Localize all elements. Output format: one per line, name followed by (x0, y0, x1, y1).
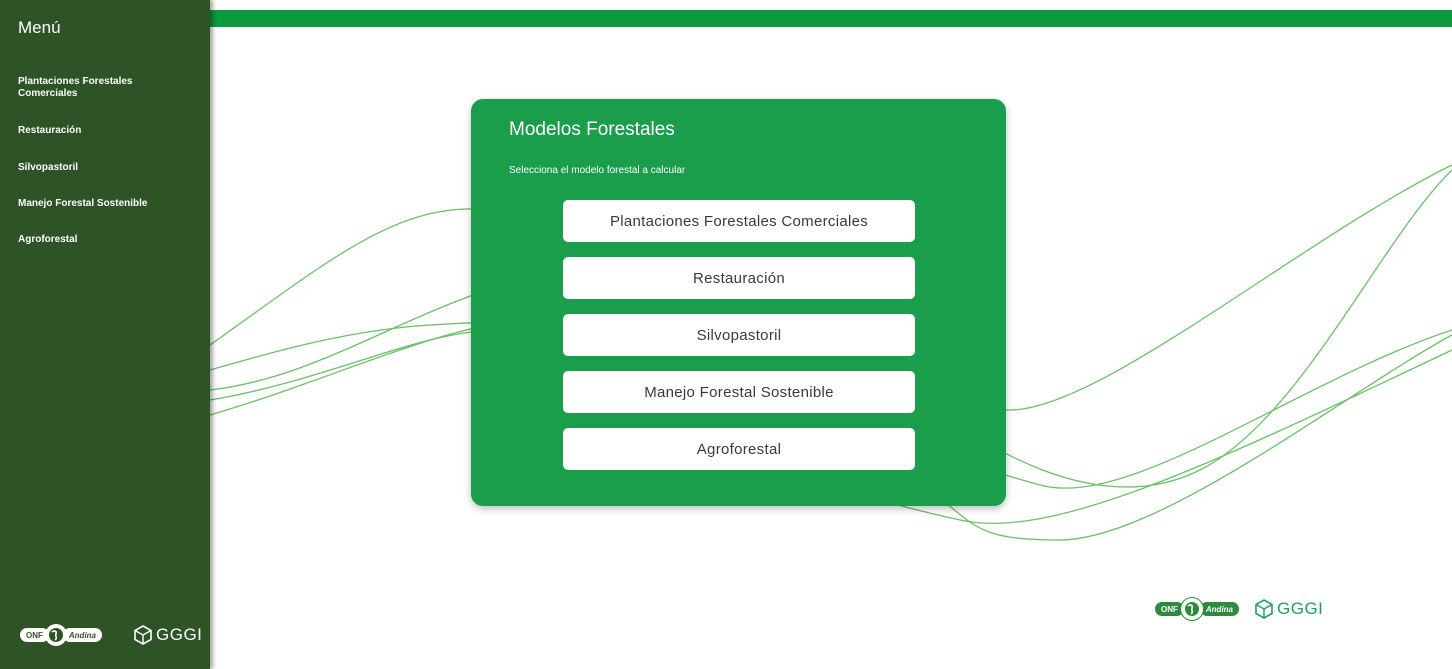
sidebar-item-restauracion[interactable]: Restauración (18, 125, 81, 137)
onf-logo: ONF Andina (20, 624, 102, 646)
top-accent-bar (210, 10, 1452, 27)
sidebar-item-silvopastoril[interactable]: Silvopastoril (18, 162, 78, 174)
card-title: Modelos Forestales (509, 119, 675, 140)
gggi-logo: GGGI (1253, 598, 1323, 620)
option-manejo-forestal-button[interactable]: Manejo Forestal Sostenible (563, 371, 915, 413)
option-plantaciones-button[interactable]: Plantaciones Forestales Comerciales (563, 200, 915, 242)
sidebar-item-plantaciones[interactable]: Plantaciones Forestales Comerciales (18, 76, 133, 100)
option-silvopastoril-button[interactable]: Silvopastoril (563, 314, 915, 356)
card-subtitle: Selecciona el modelo forestal a calcular (509, 165, 686, 176)
sidebar: Menú Plantaciones Forestales Comerciales… (0, 0, 210, 669)
gggi-cube-icon (1255, 599, 1273, 619)
onf-globe-icon (1179, 597, 1204, 621)
sidebar-item-agroforestal[interactable]: Agroforestal (18, 234, 77, 246)
sidebar-logos: ONF Andina GGGI (20, 624, 202, 646)
gggi-logo: GGGI (132, 624, 202, 646)
option-restauracion-button[interactable]: Restauración (563, 257, 915, 299)
sidebar-title: Menú (18, 18, 61, 37)
onf-logo: ONF Andina (1155, 597, 1239, 621)
modelos-forestales-card: Modelos Forestales Selecciona el modelo … (471, 99, 1006, 506)
gggi-cube-icon (134, 625, 152, 645)
onf-globe-icon (44, 624, 67, 646)
footer-logos: ONF Andina GGGI (1155, 597, 1323, 621)
sidebar-item-manejo-forestal[interactable]: Manejo Forestal Sostenible (18, 198, 147, 210)
option-agroforestal-button[interactable]: Agroforestal (563, 428, 915, 470)
